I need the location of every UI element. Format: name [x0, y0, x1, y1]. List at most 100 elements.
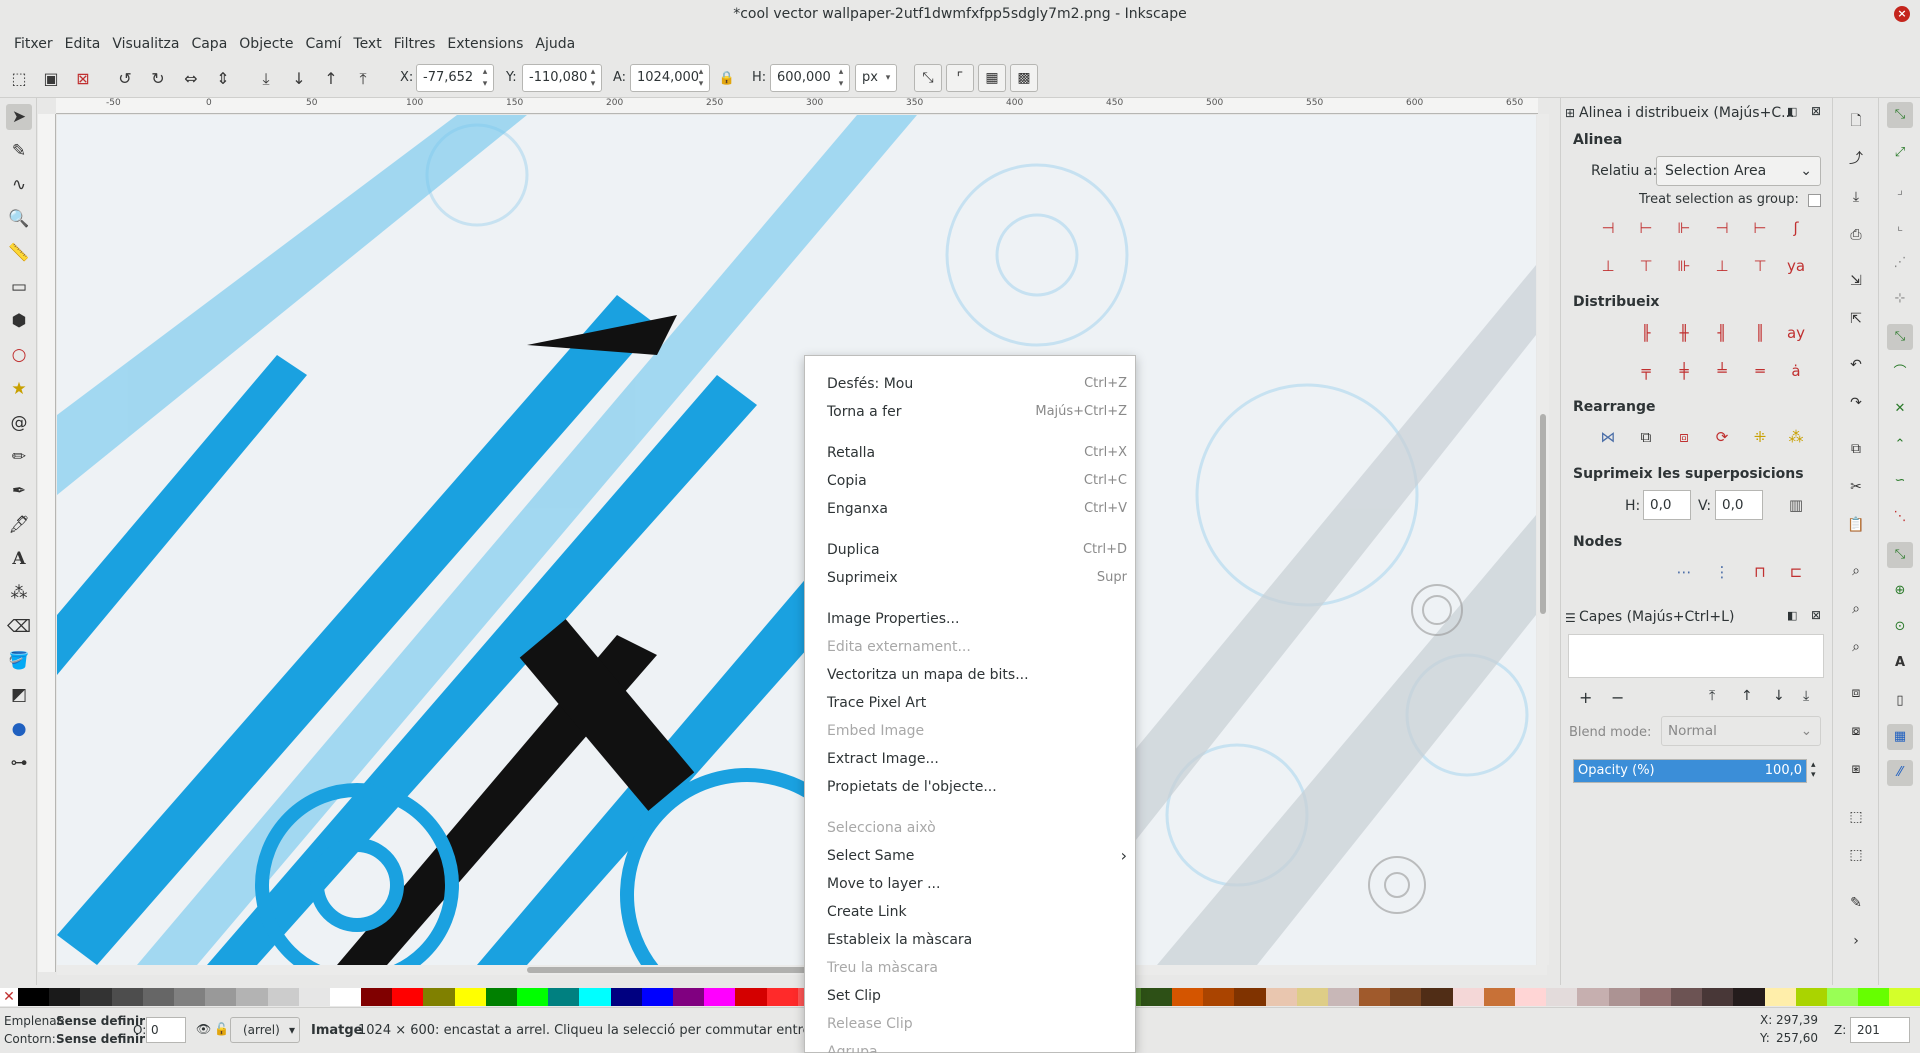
- distribute-left-icon[interactable]: ╟: [1633, 320, 1659, 346]
- color-swatch[interactable]: [766, 988, 798, 1006]
- remove-overlaps-icon[interactable]: ▥: [1783, 492, 1809, 518]
- bucket-tool-icon[interactable]: 🪣: [6, 648, 32, 674]
- color-swatch[interactable]: [1171, 988, 1204, 1006]
- context-menu-item[interactable]: Torna a fer Majús+Ctrl+Z: [827, 399, 1127, 425]
- panel-close-icon[interactable]: ⊠: [1811, 608, 1821, 622]
- snap-path-intersections-icon[interactable]: ✕: [1887, 396, 1913, 422]
- new-document-icon[interactable]: 🗋: [1845, 110, 1867, 132]
- align-baseline-icon[interactable]: ʃ: [1783, 215, 1809, 241]
- star-tool-icon[interactable]: ★: [6, 376, 32, 402]
- save-icon[interactable]: ⤓: [1845, 186, 1867, 208]
- node-distribute-v-icon[interactable]: ⊏: [1783, 559, 1809, 585]
- distribute-bottom-icon[interactable]: ╧: [1709, 358, 1735, 384]
- context-menu-item[interactable]: Create Link: [827, 899, 1127, 925]
- canvas-wallpaper-image[interactable]: [57, 115, 1536, 965]
- spin-arrows-icon[interactable]: ▴ ▾: [835, 66, 847, 90]
- window-close-button[interactable]: ×: [1894, 6, 1910, 22]
- box3d-tool-icon[interactable]: ⬢: [6, 308, 32, 334]
- flip-vertical-icon[interactable]: ⇕: [212, 68, 234, 90]
- undo-icon[interactable]: ↶: [1845, 354, 1867, 376]
- color-swatch[interactable]: [1421, 988, 1453, 1006]
- graph-layout-icon[interactable]: ⋈: [1595, 424, 1621, 450]
- menu-extensions[interactable]: Extensions: [441, 36, 529, 52]
- snap-nodes-icon[interactable]: ⤡: [1887, 324, 1913, 350]
- zoom-drawing-icon[interactable]: ⌕: [1845, 598, 1867, 620]
- center-horizontal-axis-icon[interactable]: ⊪: [1671, 253, 1697, 279]
- node-align-v-icon[interactable]: ⋮: [1709, 559, 1735, 585]
- height-input[interactable]: 600,000 ▴ ▾: [770, 64, 850, 92]
- export-icon[interactable]: ⇱: [1845, 308, 1867, 330]
- scale-corners-toggle[interactable]: ⌜: [946, 64, 974, 92]
- color-swatch[interactable]: [298, 988, 330, 1006]
- align-right-edges-icon[interactable]: ⊣: [1709, 215, 1735, 241]
- snap-bbox-icon[interactable]: ⤢: [1887, 140, 1913, 166]
- color-swatch[interactable]: [1795, 988, 1827, 1006]
- spin-arrows-icon[interactable]: ▴ ▾: [1811, 760, 1816, 780]
- align-left-edge-icon[interactable]: ⊢: [1747, 215, 1773, 241]
- align-right-edge-icon[interactable]: ⊣: [1595, 215, 1621, 241]
- color-swatch[interactable]: [610, 988, 642, 1006]
- panel-iconify-icon[interactable]: ◧: [1787, 609, 1797, 622]
- node-align-h-icon[interactable]: ⋯: [1671, 559, 1697, 585]
- context-menu-item[interactable]: Propietats de l'objecte...: [827, 774, 1127, 800]
- remove-layer-icon[interactable]: −: [1611, 688, 1624, 707]
- opacity-input[interactable]: 0: [146, 1017, 186, 1043]
- snap-bbox-centers-icon[interactable]: ⊹: [1887, 286, 1913, 312]
- eraser-tool-icon[interactable]: ⌫: [6, 614, 32, 640]
- color-swatch[interactable]: [1203, 988, 1235, 1006]
- snap-line-midpoints-icon[interactable]: ⋱: [1887, 504, 1913, 530]
- context-menu-item[interactable]: Desfés: Mou Ctrl+Z: [827, 371, 1127, 397]
- color-swatch[interactable]: [267, 988, 299, 1006]
- color-swatch[interactable]: [111, 988, 143, 1006]
- context-menu-item[interactable]: Suprimeix Supr: [827, 565, 1127, 591]
- snap-guides-icon[interactable]: ⁄⁄: [1887, 760, 1913, 786]
- clone-icon[interactable]: ⧇: [1845, 720, 1867, 742]
- snap-paths-icon[interactable]: ⌒: [1887, 360, 1913, 386]
- print-icon[interactable]: ⎙: [1845, 224, 1867, 246]
- snap-page-border-icon[interactable]: ▯: [1887, 688, 1913, 714]
- select-all-icon[interactable]: ⬚: [8, 68, 30, 90]
- context-menu-item[interactable]: Retalla Ctrl+X: [827, 440, 1127, 466]
- layer-to-top-icon[interactable]: ⤒: [1709, 688, 1715, 704]
- color-swatch[interactable]: [1390, 988, 1422, 1006]
- layer-down-icon[interactable]: ↓: [1773, 688, 1785, 704]
- color-swatch[interactable]: [517, 988, 549, 1006]
- color-swatch[interactable]: [1546, 988, 1578, 1006]
- fill-value[interactable]: Sense definir: [56, 1014, 145, 1028]
- x-input[interactable]: -77,652 ▴ ▾: [416, 64, 494, 92]
- color-swatch[interactable]: [579, 988, 611, 1006]
- opacity-slider[interactable]: Opacity (%) 100,0: [1573, 759, 1807, 783]
- color-swatch[interactable]: [236, 988, 268, 1006]
- color-swatch[interactable]: [1826, 988, 1859, 1006]
- distribute-baseline-v-icon[interactable]: ȧ: [1783, 358, 1809, 384]
- color-swatch[interactable]: [423, 988, 455, 1006]
- distribute-baseline-h-icon[interactable]: ay: [1783, 320, 1809, 346]
- redo-icon[interactable]: ↷: [1845, 392, 1867, 414]
- distribute-gaps-h-icon[interactable]: ║: [1747, 320, 1773, 346]
- snap-cusp-nodes-icon[interactable]: ⌃: [1887, 432, 1913, 458]
- blend-mode-select[interactable]: Normal ⌄: [1661, 716, 1821, 746]
- snap-smooth-nodes-icon[interactable]: ∽: [1887, 468, 1913, 494]
- tweak-tool-icon[interactable]: ∿: [6, 172, 32, 198]
- pen-tool-icon[interactable]: ✒: [6, 478, 32, 504]
- transform-patterns-toggle[interactable]: ▩: [1010, 64, 1038, 92]
- exchange-positions-icon[interactable]: ⧉: [1633, 424, 1659, 450]
- panel-iconify-icon[interactable]: ◧: [1787, 105, 1797, 118]
- layer-lock-icon[interactable]: 🔓: [214, 1022, 229, 1036]
- context-menu-item[interactable]: Set Clip: [827, 983, 1127, 1009]
- color-swatch[interactable]: [18, 988, 50, 1006]
- selector-tool-icon[interactable]: ➤: [6, 104, 32, 130]
- unlink-clone-icon[interactable]: ⧆: [1845, 758, 1867, 780]
- menu-filtres[interactable]: Filtres: [388, 36, 442, 52]
- overlap-v-input[interactable]: 0,0: [1715, 490, 1763, 520]
- snap-bbox-corners-icon[interactable]: ⌞: [1887, 214, 1913, 240]
- snap-bbox-edges-icon[interactable]: ⌟: [1887, 178, 1913, 204]
- select-all-layers-icon[interactable]: ▣: [40, 68, 62, 90]
- menu-edita[interactable]: Edita: [59, 36, 107, 52]
- distribute-top-icon[interactable]: ╤: [1633, 358, 1659, 384]
- color-swatch[interactable]: [1359, 988, 1391, 1006]
- snap-grids-icon[interactable]: ▦: [1887, 724, 1913, 750]
- vertical-scrollbar[interactable]: [1537, 114, 1549, 965]
- snap-bbox-midpoints-icon[interactable]: ⋰: [1887, 250, 1913, 276]
- color-swatch[interactable]: [1858, 988, 1890, 1006]
